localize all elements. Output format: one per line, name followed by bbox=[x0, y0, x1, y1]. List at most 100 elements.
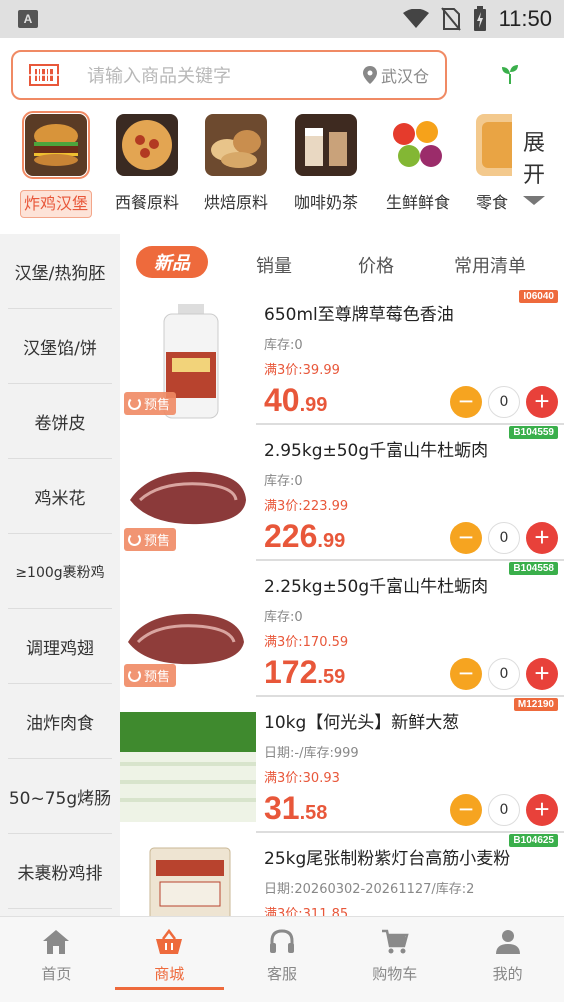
nav-support[interactable]: 客服 bbox=[226, 917, 339, 1002]
pasta-image bbox=[116, 114, 178, 176]
tab-new[interactable]: 新品 bbox=[136, 246, 208, 278]
product-promo-price: 满3价:311.85 bbox=[264, 907, 349, 916]
nav-mall[interactable]: 商城 bbox=[113, 917, 226, 1002]
chevron-down-icon bbox=[523, 196, 545, 205]
category-label: 炸鸡汉堡 bbox=[20, 190, 92, 218]
category-item-fresh[interactable]: 生鲜鲜食 bbox=[378, 110, 458, 218]
sidebar-item[interactable]: 汉堡/热狗胚 bbox=[0, 234, 120, 309]
divider bbox=[256, 695, 564, 697]
product-price: 31.58 bbox=[264, 790, 327, 827]
product-name: 25kg尾张制粉紫灯台高筋小麦粉 bbox=[264, 849, 511, 869]
quantity-stepper: − 0 + bbox=[450, 522, 558, 554]
presale-label: 预售 bbox=[144, 398, 171, 413]
increase-button[interactable]: + bbox=[526, 794, 558, 826]
headset-icon bbox=[269, 929, 294, 953]
price-decimal: .59 bbox=[317, 666, 346, 688]
clock: 11:50 bbox=[498, 6, 552, 31]
quantity-value[interactable]: 0 bbox=[488, 386, 520, 418]
shop-basket-icon bbox=[156, 928, 183, 954]
barcode-scan-icon[interactable] bbox=[29, 63, 59, 87]
sidebar-item[interactable]: 鸡米花 bbox=[0, 459, 120, 534]
divider bbox=[256, 423, 564, 425]
expand-label-line2: 开 bbox=[522, 163, 545, 188]
refresh-icon bbox=[128, 397, 141, 410]
tab-price[interactable]: 价格 bbox=[358, 252, 394, 278]
expand-label-line1: 展 bbox=[522, 131, 545, 156]
price-integer: 172 bbox=[264, 654, 318, 690]
category-strip: 炸鸡汉堡 西餐原料 烘焙原料 咖啡奶茶 生鲜鲜食 零食 bbox=[0, 110, 564, 228]
warehouse-selector[interactable]: 武汉仓 bbox=[362, 63, 429, 87]
product-name: 2.25kg±50g千富山牛杜蛎肉 bbox=[264, 577, 489, 597]
quantity-value[interactable]: 0 bbox=[488, 522, 520, 554]
increase-button[interactable]: + bbox=[526, 386, 558, 418]
product-card[interactable]: B104558 预售 2.25kg±50g千富山牛杜蛎肉 库存:0 满3价:17… bbox=[120, 562, 564, 697]
search-input[interactable]: 请输入商品关键字 bbox=[87, 62, 231, 88]
product-card[interactable]: B104625 25kg尾张制粉紫灯台高筋小麦粉 日期:20260302-202… bbox=[120, 834, 564, 916]
price-decimal: .99 bbox=[299, 394, 328, 416]
category-label: 烘焙原料 bbox=[203, 193, 268, 212]
divider bbox=[256, 831, 564, 833]
sidebar-item[interactable]: 调理鸡翅 bbox=[0, 609, 120, 684]
nav-label: 客服 bbox=[266, 965, 297, 983]
category-item-western[interactable]: 西餐原料 bbox=[107, 110, 187, 218]
increase-button[interactable]: + bbox=[526, 522, 558, 554]
quantity-stepper: − 0 + bbox=[450, 386, 558, 418]
increase-button[interactable]: + bbox=[526, 658, 558, 690]
category-item-snack[interactable]: 零食 bbox=[468, 110, 512, 218]
refresh-icon bbox=[128, 533, 141, 546]
quantity-value[interactable]: 0 bbox=[488, 794, 520, 826]
sidebar-item[interactable]: ≥100g裹粉鸡 bbox=[0, 534, 120, 609]
quantity-value[interactable]: 0 bbox=[488, 658, 520, 690]
decrease-button[interactable]: − bbox=[450, 386, 482, 418]
nav-home[interactable]: 首页 bbox=[0, 917, 113, 1002]
sidebar-item[interactable]: 卷饼皮 bbox=[0, 384, 120, 459]
decrease-button[interactable]: − bbox=[450, 522, 482, 554]
product-price: 226.99 bbox=[264, 518, 345, 555]
category-label: 咖啡奶茶 bbox=[293, 193, 358, 212]
nav-label: 购物车 bbox=[372, 965, 418, 983]
product-card[interactable]: B104559 预售 2.95kg±50g千富山牛杜蛎肉 库存:0 满3价:22… bbox=[120, 426, 564, 561]
sprout-icon[interactable] bbox=[498, 62, 522, 86]
divider bbox=[256, 559, 564, 561]
category-item-coffee[interactable]: 咖啡奶茶 bbox=[286, 110, 366, 218]
presale-label: 预售 bbox=[144, 534, 171, 549]
category-label: 生鲜鲜食 bbox=[385, 193, 450, 212]
price-decimal: .58 bbox=[299, 802, 328, 824]
nav-label: 商城 bbox=[154, 965, 185, 983]
tab-frequent-list[interactable]: 常用清单 bbox=[454, 252, 526, 278]
coffee-image bbox=[295, 114, 357, 176]
bread-image bbox=[205, 114, 267, 176]
decrease-button[interactable]: − bbox=[450, 658, 482, 690]
quantity-stepper: − 0 + bbox=[450, 658, 558, 690]
no-sim-icon bbox=[440, 7, 461, 31]
product-list: I06040 预售 650ml至尊牌草莓色香油 库存:0 满3价:39.99 4… bbox=[120, 290, 564, 916]
product-card[interactable]: I06040 预售 650ml至尊牌草莓色香油 库存:0 满3价:39.99 4… bbox=[120, 290, 564, 425]
nav-cart[interactable]: 购物车 bbox=[338, 917, 451, 1002]
category-label: 零食 bbox=[476, 193, 509, 212]
tab-sales[interactable]: 销量 bbox=[256, 252, 292, 278]
sidebar-item[interactable]: 汉堡馅/饼 bbox=[0, 309, 120, 384]
subcategory-sidebar: 汉堡/热狗胚 汉堡馅/饼 卷饼皮 鸡米花 ≥100g裹粉鸡 调理鸡翅 油炸肉食 … bbox=[0, 234, 120, 916]
category-item-burger[interactable]: 炸鸡汉堡 bbox=[16, 110, 96, 218]
product-name: 10kg【何光头】新鲜大葱 bbox=[264, 713, 460, 733]
sidebar-item[interactable]: 未裹粉鸡排 bbox=[0, 834, 120, 909]
product-card[interactable]: M12190 10kg【何光头】新鲜大葱 日期:-/库存:999 满3价:30.… bbox=[120, 698, 564, 833]
location-pin-icon bbox=[362, 66, 377, 84]
decrease-button[interactable]: − bbox=[450, 794, 482, 826]
nav-profile[interactable]: 我的 bbox=[451, 917, 564, 1002]
product-promo-price: 满3价:223.99 bbox=[264, 499, 349, 514]
sidebar-item[interactable]: 油炸肉食 bbox=[0, 684, 120, 759]
fruit-image bbox=[387, 114, 449, 176]
presale-badge: 预售 bbox=[124, 392, 177, 415]
sort-tabs: 新品 销量 价格 常用清单 bbox=[120, 240, 564, 286]
expand-categories-button[interactable]: 展 开 bbox=[512, 128, 556, 205]
product-image-flour bbox=[120, 838, 256, 916]
product-name: 2.95kg±50g千富山牛杜蛎肉 bbox=[264, 441, 489, 461]
category-item-baking[interactable]: 烘焙原料 bbox=[196, 110, 276, 218]
quantity-stepper: − 0 + bbox=[450, 794, 558, 826]
category-label: 西餐原料 bbox=[114, 193, 179, 212]
product-stock: 日期:20260302-20261127/库存:2 bbox=[264, 882, 475, 897]
search-bar[interactable]: 请输入商品关键字 武汉仓 bbox=[11, 50, 447, 100]
app-notification-icon: A bbox=[18, 10, 38, 28]
sidebar-item[interactable]: 50~75g烤肠 bbox=[0, 759, 120, 834]
